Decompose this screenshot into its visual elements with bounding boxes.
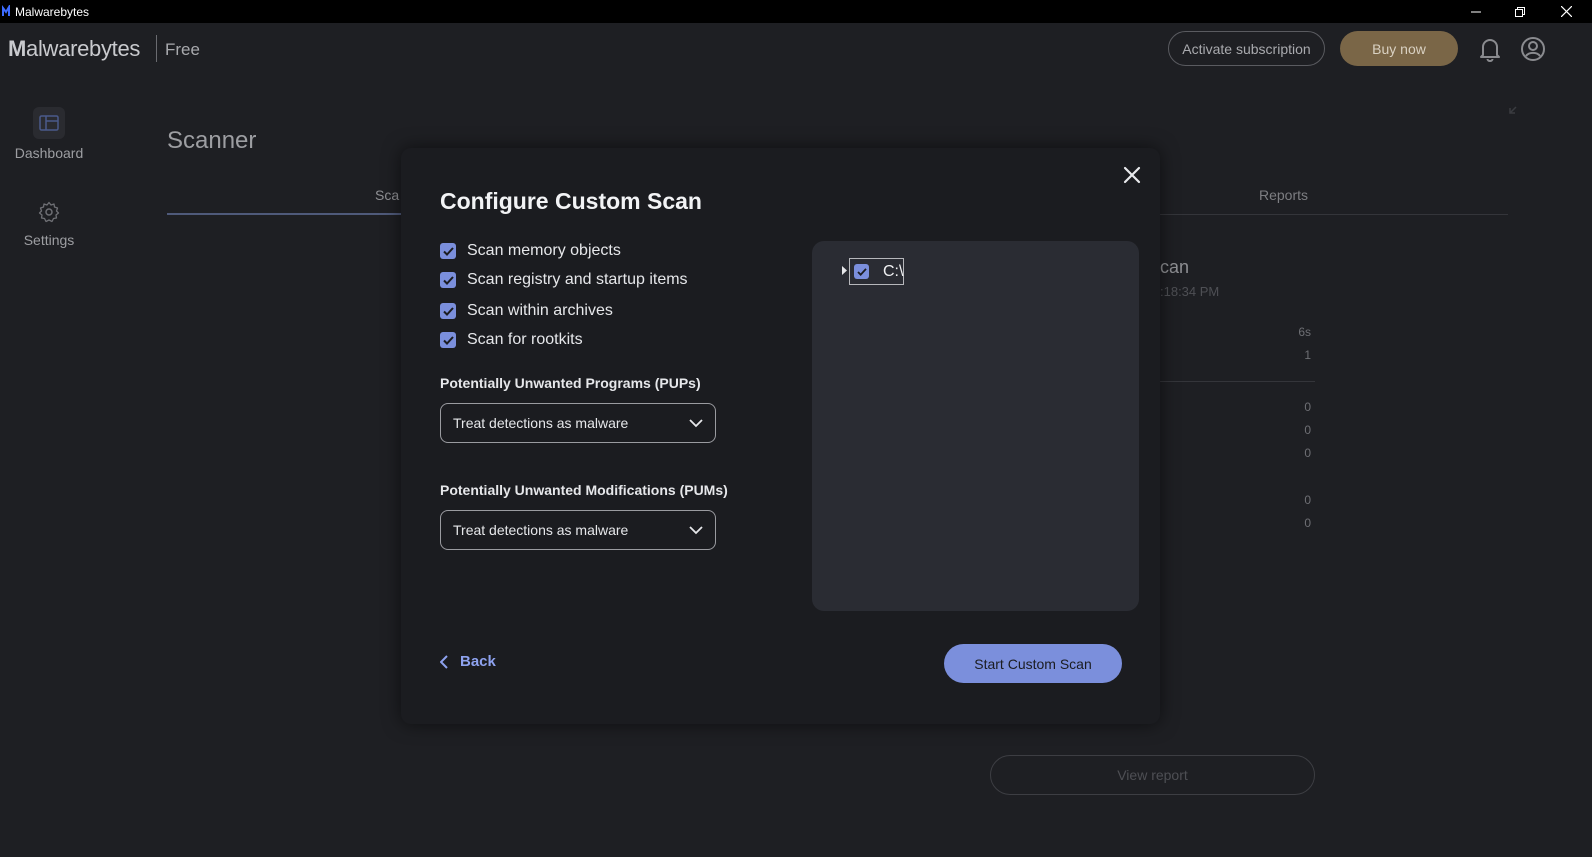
option-label: Scan for rootkits <box>467 331 583 348</box>
configure-custom-scan-dialog: Configure Custom Scan Scan memory object… <box>401 148 1160 724</box>
pums-select[interactable]: Treat detections as malware <box>440 510 716 550</box>
window-title: Malwarebytes <box>15 5 90 19</box>
last-scan-time: :18:34 PM <box>1160 284 1220 299</box>
view-report-button[interactable]: View report <box>990 755 1315 795</box>
checkmark-icon <box>442 246 454 256</box>
scan-stat-value: 0 <box>1304 516 1311 530</box>
option-scan-rootkits[interactable]: Scan for rootkits <box>440 330 583 350</box>
back-button[interactable]: Back <box>440 653 496 670</box>
expand-arrow-icon[interactable] <box>842 266 847 275</box>
option-label: Scan memory objects <box>467 242 621 259</box>
title-bar: Malwarebytes <box>0 0 1592 23</box>
tab-reports[interactable]: Reports <box>1259 187 1308 203</box>
sidebar-item-label: Settings <box>23 232 75 248</box>
stats-divider <box>1160 381 1315 382</box>
gear-icon <box>38 201 60 223</box>
tree-item-c-drive[interactable]: C:\ <box>849 258 904 285</box>
option-label: Scan registry and startup items <box>467 271 688 288</box>
sidebar-item-dashboard[interactable]: Dashboard <box>0 107 98 161</box>
sidebar-item-settings[interactable]: Settings <box>0 201 98 248</box>
bell-icon[interactable] <box>1478 36 1502 62</box>
dashboard-icon <box>39 115 59 131</box>
checkmark-icon <box>442 335 454 345</box>
pups-label: Potentially Unwanted Programs (PUPs) <box>440 375 701 391</box>
checkbox-checked[interactable] <box>854 264 869 279</box>
checkbox-checked[interactable] <box>440 303 456 319</box>
tree-item-label: C:\ <box>883 262 904 280</box>
pups-select[interactable]: Treat detections as malware <box>440 403 716 443</box>
close-icon <box>1560 6 1572 17</box>
restore-icon <box>1515 6 1525 17</box>
logo-divider <box>156 35 157 62</box>
restore-button[interactable] <box>1498 0 1542 23</box>
chevron-down-icon <box>689 525 703 534</box>
scan-stat-value: 0 <box>1304 423 1311 437</box>
scan-stat-value: 0 <box>1304 493 1311 507</box>
select-value: Treat detections as malware <box>453 522 629 538</box>
chevron-down-icon <box>689 418 703 427</box>
scan-stat-value: 1 <box>1304 348 1311 362</box>
checkmark-icon <box>856 267 867 276</box>
page-title: Scanner <box>167 127 257 154</box>
checkbox-checked[interactable] <box>440 243 456 259</box>
app-logo: Malwarebytes <box>8 36 141 61</box>
sidebar-item-label: Dashboard <box>14 145 84 161</box>
buy-now-button[interactable]: Buy now <box>1340 31 1458 66</box>
option-scan-registry[interactable]: Scan registry and startup items <box>440 270 688 290</box>
minimize-icon <box>1471 11 1481 12</box>
option-scan-archives[interactable]: Scan within archives <box>440 301 613 321</box>
close-window-button[interactable] <box>1544 0 1588 23</box>
edition-label: Free <box>165 40 200 59</box>
tab-scan[interactable]: Sca <box>375 187 399 203</box>
dialog-title: Configure Custom Scan <box>440 188 702 214</box>
active-tab-indicator <box>167 213 407 215</box>
pums-label: Potentially Unwanted Modifications (PUMs… <box>440 482 728 498</box>
drive-tree-panel: C:\ <box>812 241 1139 611</box>
chevron-left-icon <box>440 654 448 669</box>
select-value: Treat detections as malware <box>453 415 629 431</box>
checkmark-icon <box>442 306 454 316</box>
minimize-button[interactable] <box>1454 0 1498 23</box>
checkbox-checked[interactable] <box>440 332 456 348</box>
last-scan-title: can <box>1160 257 1190 277</box>
checkbox-checked[interactable] <box>440 272 456 288</box>
malwarebytes-logo-icon <box>2 5 10 16</box>
scan-stat-value: 0 <box>1304 400 1311 414</box>
checkmark-icon <box>442 275 454 285</box>
option-label: Scan within archives <box>467 302 613 319</box>
start-custom-scan-button[interactable]: Start Custom Scan <box>944 644 1122 683</box>
activate-subscription-button[interactable]: Activate subscription <box>1168 31 1325 66</box>
close-icon[interactable] <box>1122 165 1142 185</box>
option-scan-memory[interactable]: Scan memory objects <box>440 241 621 261</box>
tab-divider <box>1160 214 1508 215</box>
collapse-icon[interactable] <box>1502 105 1518 121</box>
scan-stat-value: 0 <box>1304 446 1311 460</box>
scan-stat-value: 6s <box>1298 325 1311 339</box>
account-icon[interactable] <box>1520 36 1546 62</box>
